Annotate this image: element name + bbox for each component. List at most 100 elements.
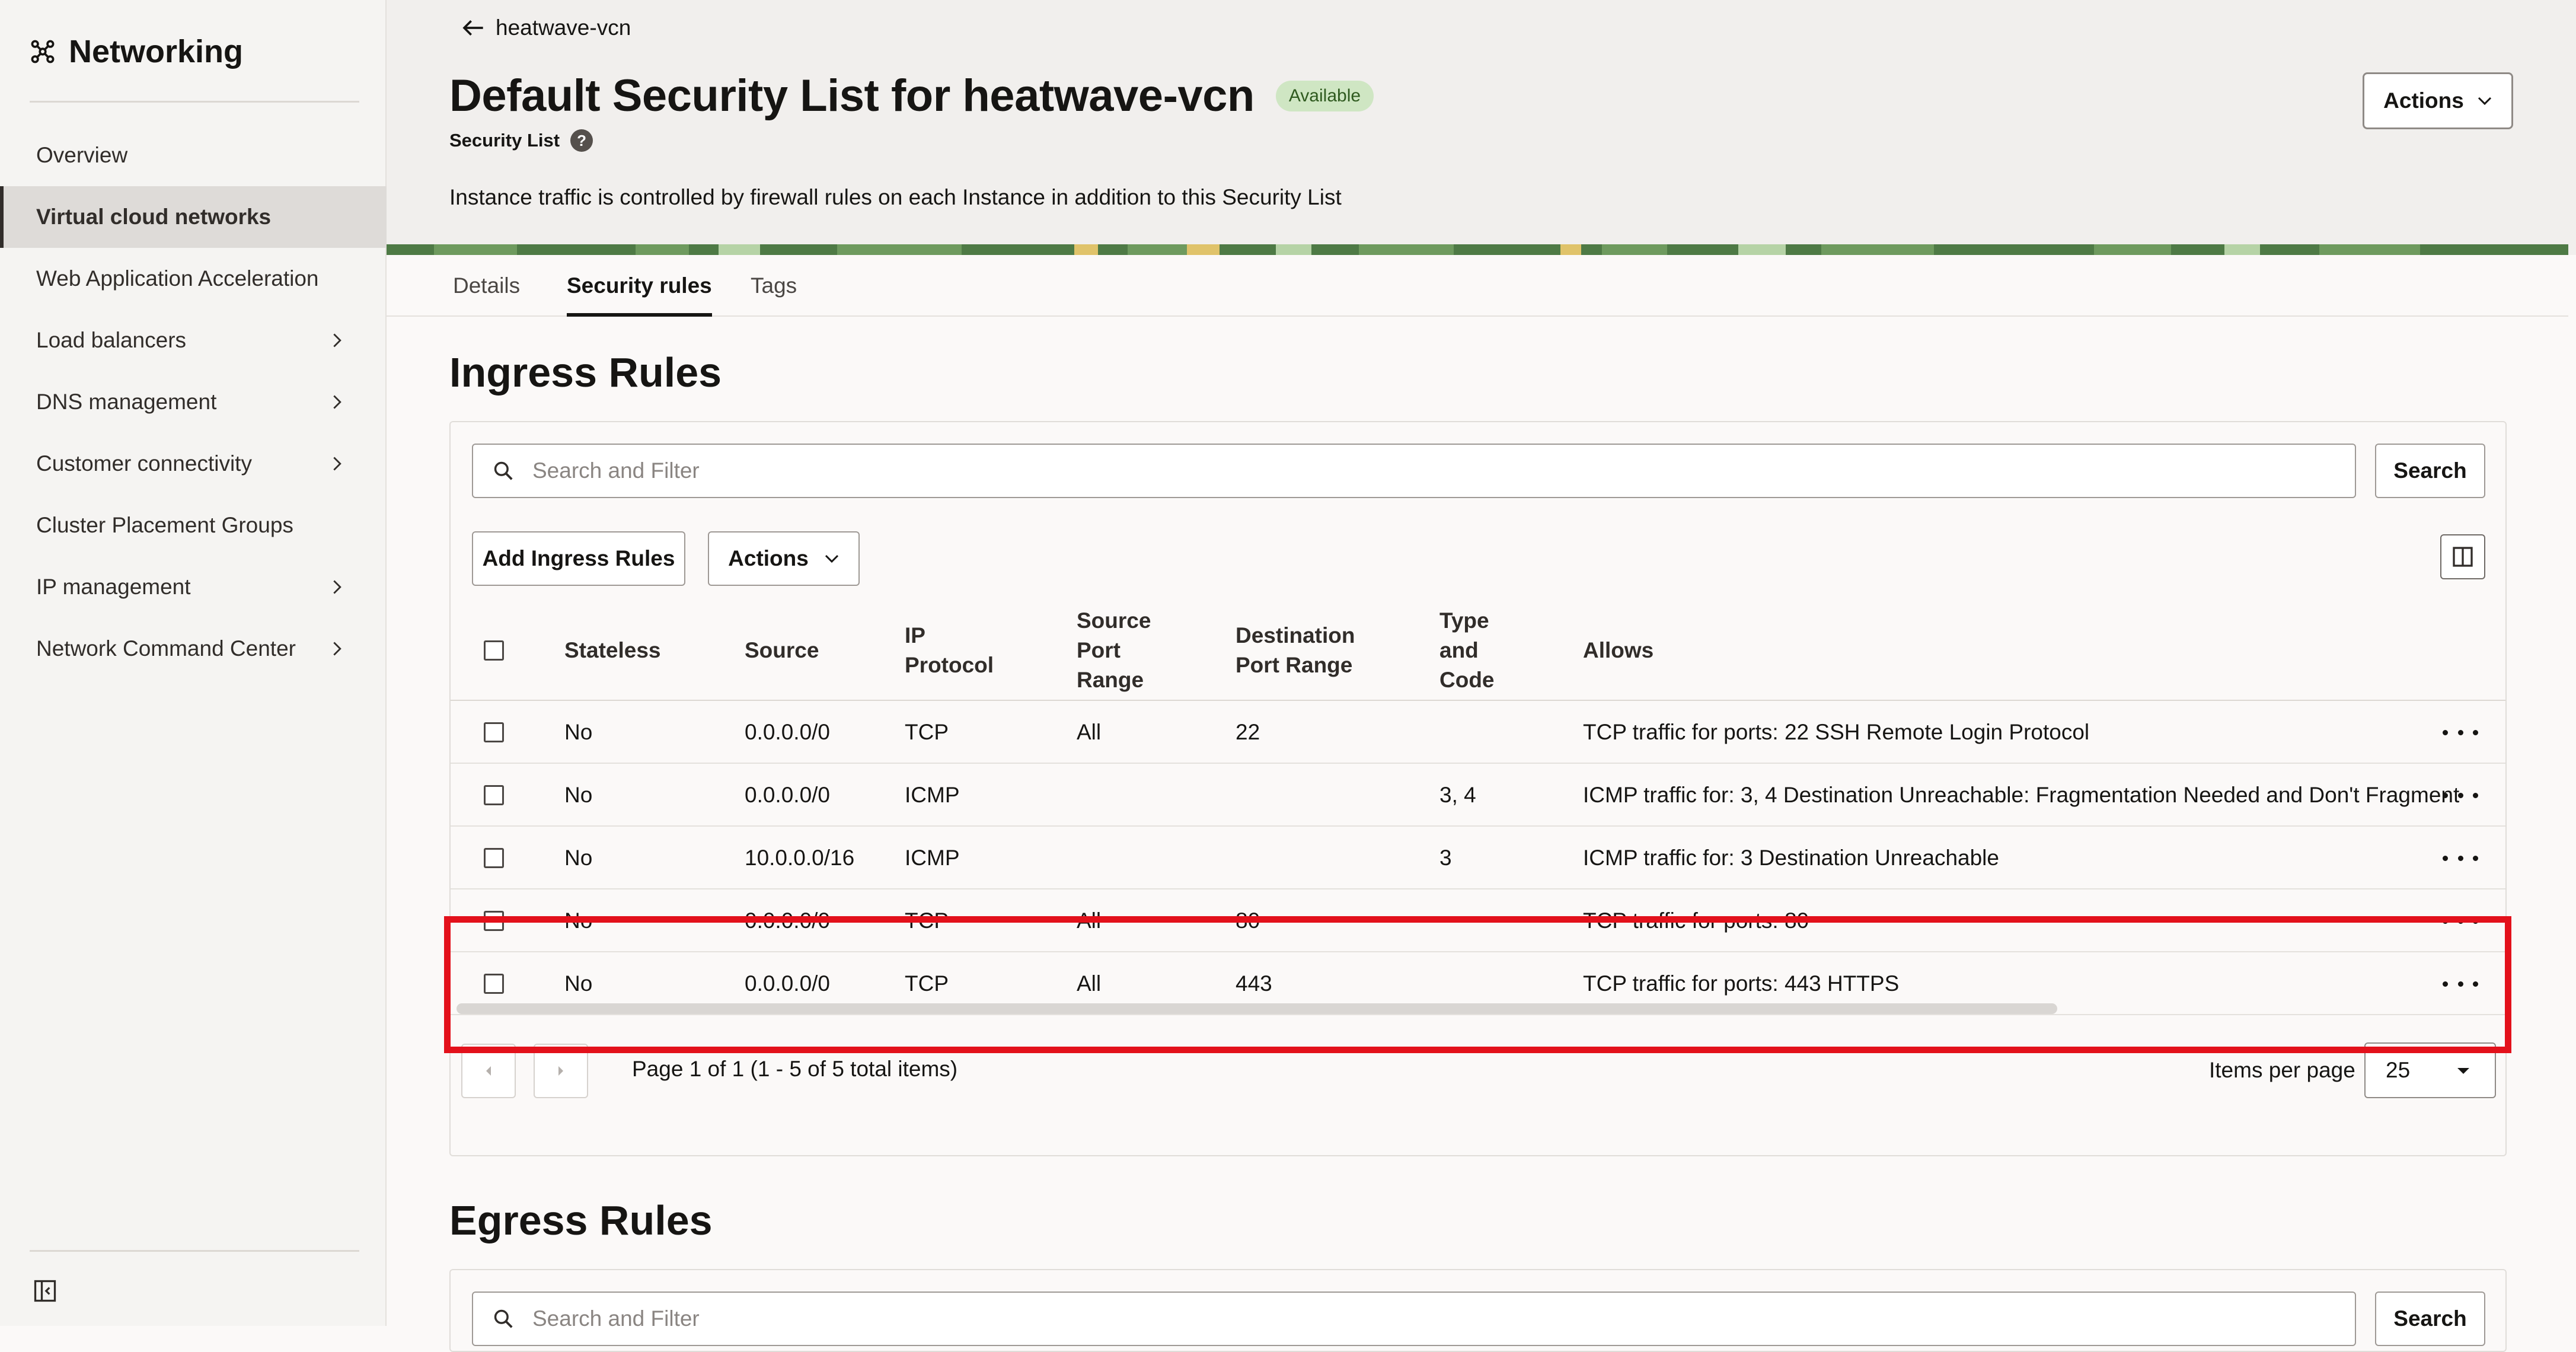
add-ingress-rules-button[interactable]: Add Ingress Rules [472,531,685,586]
cell-ip-protocol: ICMP [905,783,960,807]
column-header-source-port-range[interactable]: Source Port Range [1077,600,1151,701]
networking-icon [31,40,55,63]
cell-ip-protocol: TCP [905,720,949,744]
page-description: Instance traffic is controlled by firewa… [449,185,1342,209]
row-actions-menu-icon[interactable] [2443,785,2478,806]
cell-source-port-range: All [1077,908,1102,933]
search-placeholder: Search and Filter [532,1306,700,1331]
search-placeholder: Search and Filter [532,458,700,483]
egress-search-button[interactable]: Search [2375,1292,2485,1346]
breadcrumb-label: heatwave-vcn [496,15,631,40]
sidebar-item-ip-management[interactable]: IP management [0,556,387,618]
cell-allows: TCP traffic for ports: 80 [1583,908,1809,933]
table-row: No 0.0.0.0/0 TCP All 80 TCP traffic for ports… [451,889,2505,952]
chevron-right-icon [333,580,341,594]
sidebar-nav: Overview Virtual cloud networks Web Applic… [0,125,387,680]
sidebar-item-web-application-acceleration[interactable]: Web Application Acceleration [0,248,387,310]
sidebar-item-label: IP management [36,575,191,599]
help-icon[interactable]: ? [570,129,593,152]
resource-type-label: Security List [449,130,560,151]
header-banner [387,244,2568,255]
cell-source: 10.0.0.0/16 [745,846,855,870]
ingress-actions-label: Actions [728,546,809,570]
ingress-search-input[interactable]: Search and Filter [472,444,2356,498]
tab-bar: Details Security rules Tags [387,255,2568,317]
items-per-page-value: 25 [2386,1058,2411,1082]
column-header-allows[interactable]: Allows [1583,600,1654,701]
cell-stateless: No [564,908,593,933]
manage-columns-button[interactable] [2440,534,2485,579]
cell-destination-port-range: 22 [1236,720,1260,744]
tab-tags[interactable]: Tags [751,255,797,317]
cell-source: 0.0.0.0/0 [745,783,831,807]
columns-icon [2453,547,2473,567]
sidebar-item-virtual-cloud-networks[interactable]: Virtual cloud networks [0,186,387,248]
next-page-button[interactable] [534,1044,588,1098]
table-row: No 0.0.0.0/0 TCP All 22 TCP traffic for ports… [451,701,2505,764]
sidebar-divider [30,101,359,103]
page-title: Default Security List for heatwave-vcn [449,71,1255,121]
row-actions-menu-icon[interactable] [2443,910,2478,932]
select-all-checkbox[interactable] [484,640,504,661]
sidebar-item-label: DNS management [36,390,217,414]
header-actions-button[interactable]: Actions [2363,72,2513,129]
row-actions-menu-icon[interactable] [2443,847,2478,869]
cell-type-and-code: 3 [1439,846,1452,870]
sidebar-item-customer-connectivity[interactable]: Customer connectivity [0,433,387,495]
sidebar-item-label: Cluster Placement Groups [36,513,293,537]
ingress-actions-button[interactable]: Actions [708,531,860,586]
row-checkbox[interactable] [484,848,504,868]
search-icon [494,1309,513,1328]
sidebar-item-label: Web Application Acceleration [36,266,319,291]
column-header-ip-protocol[interactable]: IP Protocol [905,600,994,701]
app-title[interactable]: Networking [30,31,243,72]
egress-search-input[interactable]: Search and Filter [472,1292,2356,1346]
ingress-rules-heading: Ingress Rules [449,349,722,396]
sidebar-item-network-command-center[interactable]: Network Command Center [0,618,387,680]
items-per-page-label: Items per page [2209,1058,2355,1082]
previous-page-button[interactable] [461,1044,516,1098]
sidebar-item-overview[interactable]: Overview [0,125,387,186]
breadcrumb-back-link[interactable]: heatwave-vcn [461,15,631,40]
chevron-right-icon [333,395,341,409]
sidebar: Networking Overview Virtual cloud network… [0,0,387,1326]
row-actions-menu-icon[interactable] [2443,722,2478,743]
cell-stateless: No [564,720,593,744]
chevron-right-icon [333,333,341,347]
cell-allows: TCP traffic for ports: 22 SSH Remote Log… [1583,720,2090,744]
collapse-sidebar-icon[interactable] [32,1278,58,1304]
sidebar-item-dns-management[interactable]: DNS management [0,371,387,433]
ingress-rules-table-card: Search and Filter Search Add Ingress Rul… [449,421,2507,1156]
sidebar-item-label: Overview [36,143,128,167]
items-per-page-select[interactable]: 25 [2364,1042,2496,1098]
sidebar-item-label: Virtual cloud networks [36,205,272,229]
cell-source: 0.0.0.0/0 [745,720,831,744]
sidebar-item-load-balancers[interactable]: Load balancers [0,310,387,371]
column-header-stateless[interactable]: Stateless [564,600,661,701]
row-checkbox[interactable] [484,785,504,805]
tab-security-rules[interactable]: Security rules [567,255,712,317]
page-header: heatwave-vcn Default Security List for h… [387,0,2576,255]
status-badge: Available [1275,80,1374,111]
header-actions-label: Actions [2383,88,2464,113]
egress-rules-heading: Egress Rules [449,1197,713,1243]
cell-allows: ICMP traffic for: 3 Destination Unreacha… [1583,846,1999,870]
search-icon [494,461,513,480]
row-checkbox[interactable] [484,911,504,931]
sidebar-item-cluster-placement-groups[interactable]: Cluster Placement Groups [0,495,387,556]
cell-source: 0.0.0.0/0 [745,908,831,933]
tab-details[interactable]: Details [453,255,520,317]
egress-rules-table-card: Search and Filter Search [449,1269,2507,1352]
row-checkbox[interactable] [484,722,504,742]
chevron-right-icon [333,457,341,471]
sidebar-item-label: Customer connectivity [36,451,252,476]
ingress-search-button[interactable]: Search [2375,444,2485,498]
chevron-down-icon [2478,97,2491,106]
row-checkbox[interactable] [484,974,504,994]
column-header-source[interactable]: Source [745,600,819,701]
column-header-type-and-code[interactable]: Type and Code [1439,600,1495,701]
horizontal-scrollbar[interactable] [457,1003,2057,1014]
column-header-destination-port-range[interactable]: Destination Port Range [1236,600,1355,701]
chevron-right-icon [333,642,341,656]
row-actions-menu-icon[interactable] [2443,973,2478,994]
